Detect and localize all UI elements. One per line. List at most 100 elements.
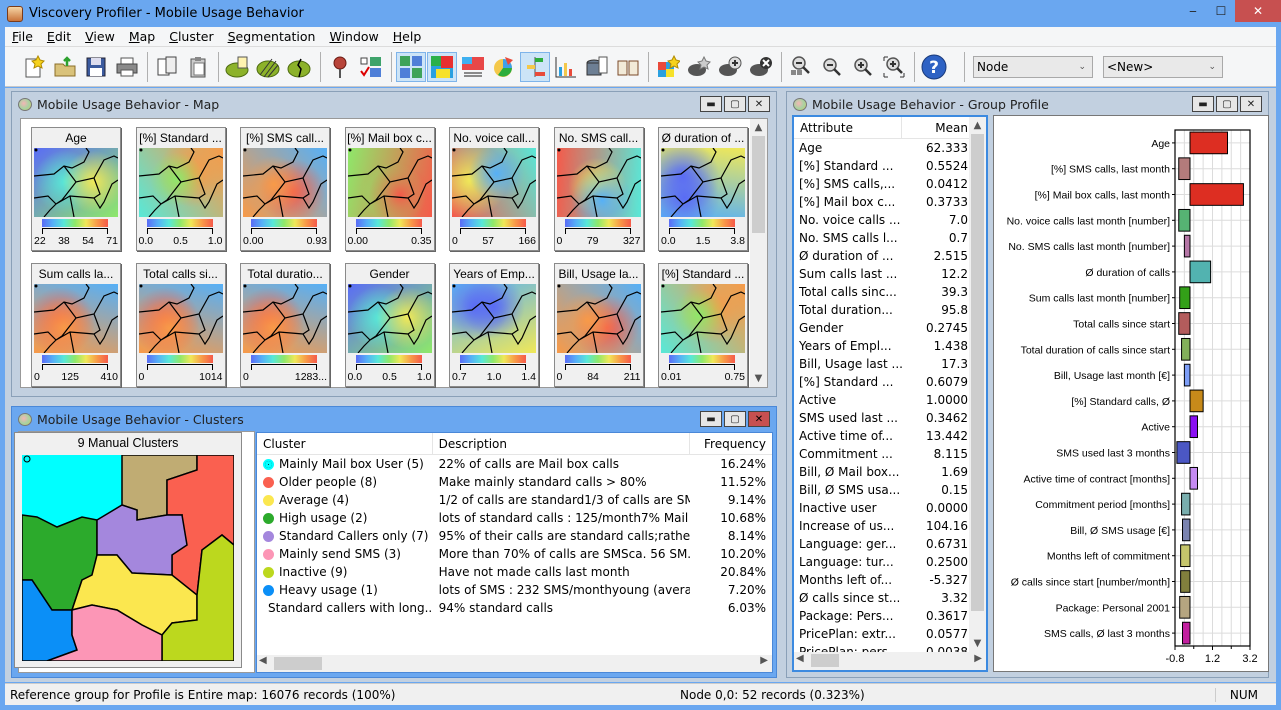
minimize-icon[interactable]: ▬ [700, 96, 722, 112]
profile-row[interactable]: Active 1.0000 [794, 391, 972, 409]
close-button[interactable]: ✕ [1235, 0, 1281, 22]
minimize-icon[interactable]: ▬ [700, 411, 722, 427]
profile-row[interactable]: Bill, Usage last ... 17.3 [794, 355, 972, 373]
component-map-tile[interactable]: Total calls si... 0 1014 [135, 263, 226, 387]
clusters-hscrollbar[interactable]: ◀ ▶ [257, 655, 772, 672]
scrollbar-thumb[interactable] [274, 657, 322, 670]
new-cluster-button[interactable] [684, 52, 714, 82]
component-map-tile[interactable]: [%] Mail box c... 0.00 0.35 [344, 127, 435, 251]
profile-row[interactable]: Total duration... 95.8 [794, 301, 972, 319]
scroll-left-icon[interactable]: ◀ [259, 655, 267, 666]
profile-row[interactable]: Years of Empl... 1.438 [794, 337, 972, 355]
component-map-tile[interactable]: Gender 0.0 0.5 1.0 [344, 263, 435, 387]
cluster-row[interactable]: Standard Callers only (7) 95% of their ca… [257, 527, 772, 545]
map-scrollbar[interactable]: ▲ ▼ [750, 119, 767, 387]
column-header-attribute[interactable]: Attribute [794, 117, 902, 138]
component-map-heatmap[interactable] [452, 284, 536, 353]
scrollbar-thumb[interactable] [752, 136, 765, 233]
cluster-row[interactable]: Standard callers with long... 94% standar… [257, 599, 772, 617]
component-map-tile[interactable]: No. voice call... 0 57 166 [449, 127, 539, 251]
segment-map-button[interactable] [458, 52, 488, 82]
profile-row[interactable]: Months left of... -5.327 [794, 571, 972, 589]
profile-row[interactable]: Package: Pers... 0.3617 [794, 607, 972, 625]
component-map-tile[interactable]: Age 22 38 54 71 [31, 127, 121, 251]
menu-window[interactable]: Window [322, 29, 385, 44]
component-map-heatmap[interactable] [138, 148, 223, 217]
scroll-right-icon[interactable]: ▶ [760, 655, 768, 666]
profile-row[interactable]: Language: tur... 0.2500 [794, 553, 972, 571]
profile-vscrollbar[interactable]: ▲ ▼ [969, 117, 986, 652]
scroll-down-icon[interactable]: ▼ [969, 635, 986, 652]
pin-button[interactable] [325, 52, 355, 82]
column-header-cluster[interactable]: Cluster [257, 433, 433, 454]
scrollbar-thumb[interactable] [971, 134, 984, 611]
component-map-tile[interactable]: [%] Standard ... 0.0 0.5 1.0 [135, 127, 226, 251]
component-map-heatmap[interactable] [243, 148, 327, 217]
group-select[interactable]: <New> ⌄ [1103, 55, 1223, 78]
scroll-up-icon[interactable]: ▲ [969, 117, 986, 134]
close-icon[interactable]: ✕ [748, 96, 770, 112]
cluster-map-canvas[interactable] [22, 455, 234, 661]
profile-row[interactable]: No. voice calls ... 7.0 [794, 211, 972, 229]
component-map-tile[interactable]: Ø duration of ... 0.0 1.5 3.8 [658, 127, 748, 251]
menu-cluster[interactable]: Cluster [162, 29, 220, 44]
profile-button[interactable] [520, 51, 550, 82]
level-select[interactable]: Node ⌄ [973, 55, 1093, 78]
pie-chart-button[interactable] [489, 52, 519, 82]
component-map-tile[interactable]: Total duratio... 0 1283... [240, 263, 330, 387]
zoom-out-button[interactable] [817, 52, 847, 82]
menu-segmentation[interactable]: Segmentation [221, 29, 323, 44]
profile-row[interactable]: Sum calls last ... 12.2 [794, 265, 972, 283]
open-button[interactable] [50, 52, 80, 82]
scroll-up-icon[interactable]: ▲ [750, 119, 767, 136]
profile-row[interactable]: [%] Standard ... 0.5524 [794, 157, 972, 175]
component-maps-button[interactable] [396, 51, 426, 82]
cluster-borders-button[interactable] [285, 52, 315, 82]
menu-view[interactable]: View [78, 29, 122, 44]
profile-row[interactable]: Age 62.333 [794, 139, 972, 157]
profile-row[interactable]: [%] Standard ... 0.6079 [794, 373, 972, 391]
map-grid-button[interactable] [254, 52, 284, 82]
scrollbar-thumb[interactable] [811, 654, 839, 667]
component-map-tile[interactable]: No. SMS call... 0 79 327 [553, 127, 644, 251]
column-header-mean[interactable]: Mean [902, 117, 972, 138]
data-button[interactable] [582, 52, 612, 82]
component-map-tile[interactable]: Sum calls la... 0 125 410 [31, 263, 121, 387]
profile-row[interactable]: Ø duration of ... 2.515 [794, 247, 972, 265]
statistics-button[interactable] [551, 52, 581, 82]
profile-row[interactable]: Bill, Ø SMS usa... 0.15 [794, 481, 972, 499]
cluster-row[interactable]: Inactive (9) Have not made calls last mon… [257, 563, 772, 581]
component-map-heatmap[interactable] [452, 148, 536, 217]
cluster-row[interactable]: Mainly Mail box User (5) 22% of calls are… [257, 455, 772, 473]
remove-cluster-button[interactable] [746, 52, 776, 82]
component-map-heatmap[interactable] [556, 284, 641, 353]
maximize-icon[interactable]: ▢ [724, 411, 746, 427]
cluster-row[interactable]: Mainly send SMS (3) More than 70% of call… [257, 545, 772, 563]
maximize-icon[interactable]: ▢ [724, 96, 746, 112]
component-map-heatmap[interactable] [138, 284, 223, 353]
paste-button[interactable] [183, 52, 213, 82]
print-button[interactable] [112, 52, 142, 82]
menu-help[interactable]: Help [386, 29, 429, 44]
cluster-row[interactable]: Heavy usage (1) lots of SMS : 232 SMS/mon… [257, 581, 772, 599]
component-map-tile[interactable]: [%] Standard ... 0.01 0.75 [658, 263, 748, 387]
zoom-in-button[interactable] [848, 52, 878, 82]
new-project-button[interactable] [19, 52, 49, 82]
close-icon[interactable]: ✕ [1240, 96, 1262, 112]
zoom-fit-button[interactable] [786, 52, 816, 82]
profile-row[interactable]: Total calls sinc... 39.3 [794, 283, 972, 301]
menu-edit[interactable]: Edit [40, 29, 78, 44]
help-button[interactable]: ? [919, 52, 949, 82]
zoom-selection-button[interactable] [879, 52, 909, 82]
profile-row[interactable]: Inactive user 0.0000 [794, 499, 972, 517]
copy-button[interactable] [152, 52, 182, 82]
component-map-heatmap[interactable] [347, 148, 432, 217]
component-map-heatmap[interactable] [661, 148, 745, 217]
dictionary-button[interactable] [613, 52, 643, 82]
cluster-row[interactable]: High usage (2) lots of standard calls : 1… [257, 509, 772, 527]
profile-row[interactable]: SMS used last ... 0.3462 [794, 409, 972, 427]
profile-row[interactable]: [%] SMS calls,... 0.0412 [794, 175, 972, 193]
profile-row[interactable]: Gender 0.2745 [794, 319, 972, 337]
component-map-tile[interactable]: Bill, Usage la... 0 84 211 [553, 263, 644, 387]
component-map-heatmap[interactable] [661, 284, 745, 353]
